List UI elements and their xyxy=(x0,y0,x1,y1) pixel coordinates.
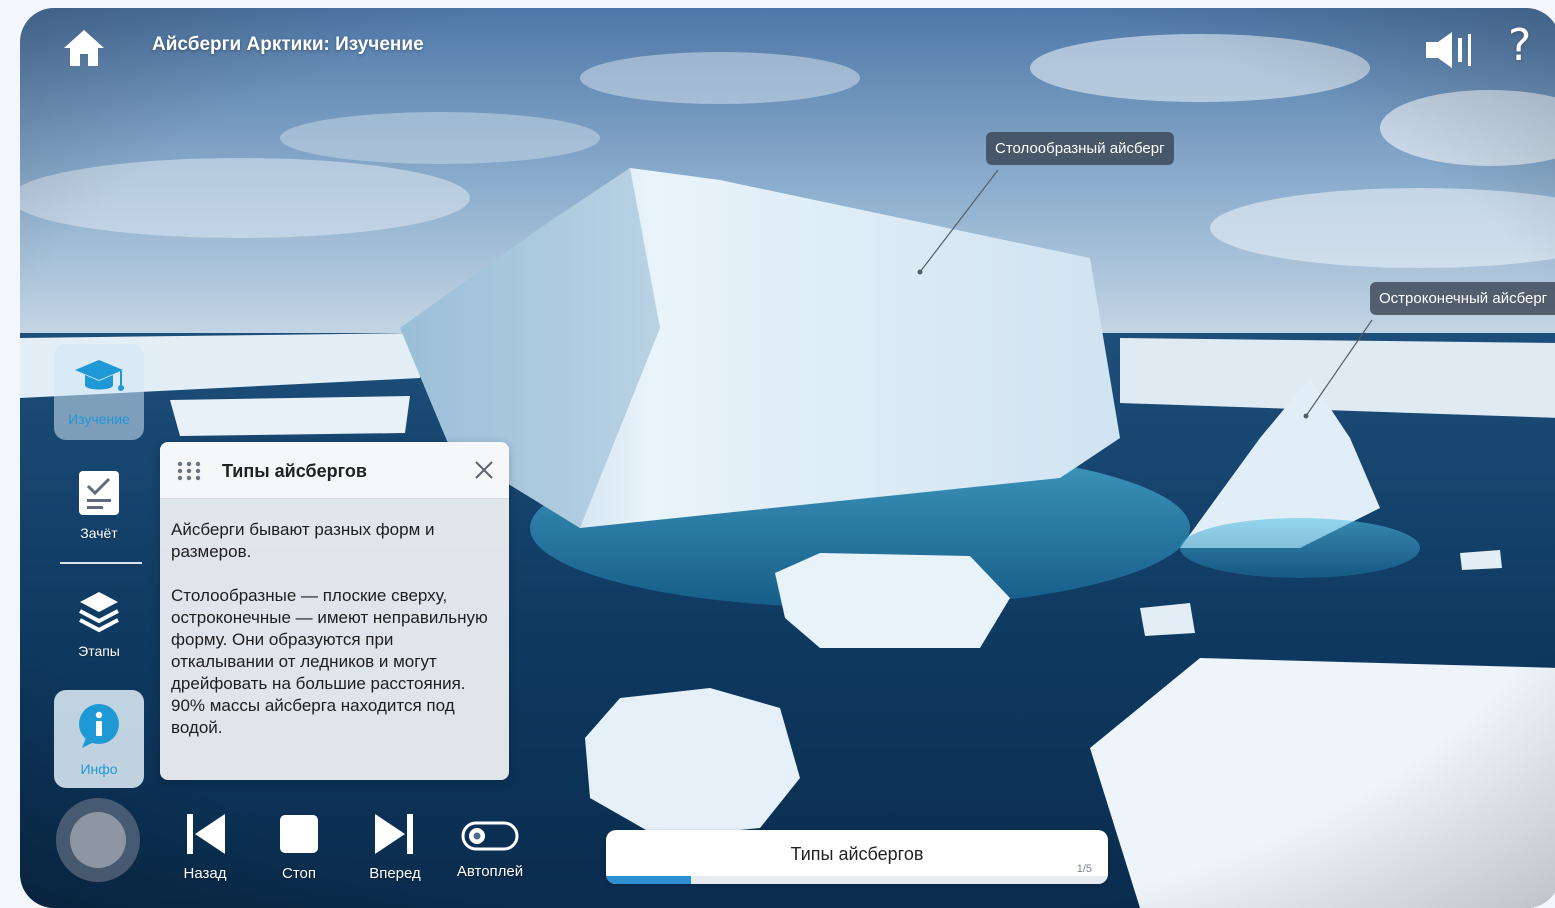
sidebar-item-stages[interactable]: Этапы xyxy=(54,588,144,659)
sidebar-item-study[interactable]: Изучение xyxy=(54,344,144,440)
sidebar-item-label: Этапы xyxy=(78,643,120,659)
sidebar-divider xyxy=(60,562,142,564)
info-panel-text: Айсберги бывают разных форм и размеров. … xyxy=(171,520,488,737)
info-panel: Типы айсбергов Айсберги бывают разных фо… xyxy=(160,442,509,780)
sound-button[interactable] xyxy=(1424,28,1476,72)
record-button[interactable] xyxy=(56,798,140,882)
step-progress-bar: Типы айсбергов 1/5 xyxy=(606,830,1108,884)
sidebar-item-label: Инфо xyxy=(80,761,118,777)
autoplay-label: Автоплей xyxy=(456,863,524,880)
info-icon xyxy=(79,704,119,748)
sidebar-item-label: Зачёт xyxy=(80,525,118,541)
step-counter: 1/5 xyxy=(1076,863,1092,875)
record-icon xyxy=(70,812,126,868)
home-button[interactable] xyxy=(60,26,108,70)
skip-back-icon xyxy=(187,814,225,854)
tabular-iceberg-callout[interactable]: Столообразный айсберг xyxy=(986,132,1174,165)
back-button[interactable]: Назад xyxy=(170,812,240,882)
progress-fill xyxy=(606,876,692,884)
forward-button[interactable]: Вперед xyxy=(358,812,432,882)
back-label: Назад xyxy=(183,865,227,882)
sidebar-item-test[interactable]: Зачёт xyxy=(54,468,144,541)
volume-icon xyxy=(1426,32,1471,68)
layers-icon xyxy=(79,592,119,633)
autoplay-toggle[interactable]: Автоплей xyxy=(448,818,532,880)
skip-forward-icon xyxy=(375,814,413,854)
home-icon xyxy=(64,30,104,66)
sidebar-item-label: Изучение xyxy=(68,411,130,427)
stop-icon xyxy=(280,815,318,853)
forward-label: Вперед xyxy=(369,865,421,882)
close-icon[interactable] xyxy=(472,458,496,482)
graduation-cap-icon xyxy=(75,360,124,391)
sidebar-item-info[interactable]: Инфо xyxy=(54,690,144,788)
pinnacle-iceberg-callout[interactable]: Остроконечный айсберг xyxy=(1370,282,1555,315)
drag-handle-icon[interactable] xyxy=(176,460,202,482)
app-frame: Айсберги Арктики: Изучение ? Столообразн… xyxy=(20,8,1555,908)
stop-button[interactable]: Стоп xyxy=(264,812,334,882)
stop-label: Стоп xyxy=(282,865,316,882)
help-button[interactable]: ? xyxy=(1508,20,1531,71)
checklist-icon xyxy=(79,471,119,515)
info-panel-title: Типы айсбергов xyxy=(222,461,367,481)
page-title: Айсберги Арктики: Изучение xyxy=(152,34,424,55)
info-panel-header: Типы айсбергов xyxy=(160,442,509,499)
toggle-icon xyxy=(461,821,519,851)
current-step-label: Типы айсбергов xyxy=(790,844,924,864)
